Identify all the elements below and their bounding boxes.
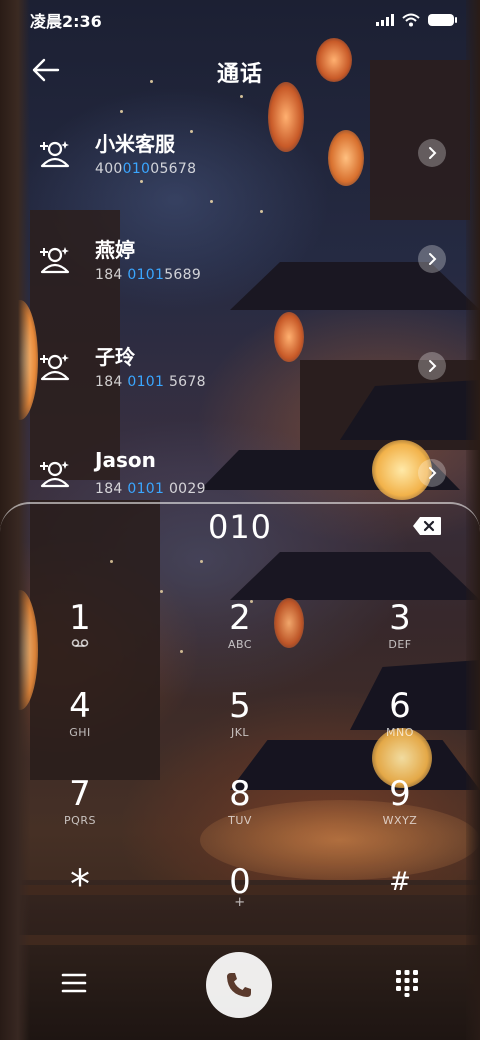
contact-item[interactable]: 子玲 184 0101 5678 bbox=[30, 319, 450, 409]
contact-add-icon bbox=[40, 141, 70, 168]
contact-add-icon bbox=[40, 461, 70, 488]
contact-number: 184 0101 0029 bbox=[95, 481, 206, 497]
call-button[interactable] bbox=[206, 952, 272, 1018]
dialed-number-display: 010 bbox=[207, 508, 273, 546]
dialpad-icon[interactable] bbox=[394, 968, 420, 998]
backspace-icon[interactable] bbox=[412, 516, 442, 536]
contact-detail-button[interactable] bbox=[418, 459, 446, 487]
contact-number: 184 01015689 bbox=[95, 267, 202, 283]
contact-name: 小米客服 bbox=[95, 132, 175, 156]
contact-number: 40001005678 bbox=[95, 161, 197, 177]
contact-name: 燕婷 bbox=[95, 238, 135, 262]
dial-key-6[interactable]: 6 MNO bbox=[340, 680, 460, 764]
dial-key-1[interactable]: 1 bbox=[20, 592, 140, 676]
dial-key-5[interactable]: 5 JKL bbox=[180, 680, 300, 764]
contact-detail-button[interactable] bbox=[418, 245, 446, 273]
dial-key-4[interactable]: 4 GHI bbox=[20, 680, 140, 764]
contact-add-icon bbox=[40, 354, 70, 381]
contact-item[interactable]: 燕婷 184 01015689 bbox=[30, 212, 450, 302]
chevron-right-icon bbox=[429, 147, 437, 159]
contact-detail-button[interactable] bbox=[418, 139, 446, 167]
dial-key-0[interactable]: 0 + bbox=[180, 856, 300, 940]
chevron-right-icon bbox=[429, 360, 437, 372]
number-match-highlight: 0101 bbox=[127, 374, 165, 390]
voicemail-icon bbox=[71, 639, 89, 647]
phone-icon bbox=[227, 973, 251, 997]
dial-key-hash[interactable]: # bbox=[340, 856, 460, 940]
contact-name: Jason bbox=[95, 448, 156, 472]
contact-number: 184 0101 5678 bbox=[95, 374, 206, 390]
chevron-right-icon bbox=[429, 253, 437, 265]
dial-key-2[interactable]: 2 ABC bbox=[180, 592, 300, 676]
signal-icon bbox=[376, 14, 394, 26]
battery-icon bbox=[428, 14, 457, 26]
header: 通话 bbox=[0, 48, 480, 92]
contact-add-icon bbox=[40, 247, 70, 274]
dial-key-star[interactable]: * bbox=[20, 856, 140, 940]
status-icons bbox=[376, 13, 457, 27]
status-bar: 凌晨2:36 bbox=[0, 0, 480, 40]
dial-key-8[interactable]: 8 TUV bbox=[180, 768, 300, 852]
wifi-icon bbox=[402, 13, 420, 27]
dial-key-3[interactable]: 3 DEF bbox=[340, 592, 460, 676]
status-time: 凌晨2:36 bbox=[30, 12, 102, 31]
dial-key-7[interactable]: 7 PQRS bbox=[20, 768, 140, 852]
contact-detail-button[interactable] bbox=[418, 352, 446, 380]
chevron-right-icon bbox=[429, 467, 437, 479]
contact-name: 子玲 bbox=[95, 345, 135, 369]
contact-item[interactable]: 小米客服 40001005678 bbox=[30, 106, 450, 196]
number-match-highlight: 0101 bbox=[127, 481, 165, 497]
number-match-highlight: 010 bbox=[122, 161, 151, 177]
dial-key-9[interactable]: 9 WXYZ bbox=[340, 768, 460, 852]
page-title: 通话 bbox=[216, 62, 263, 87]
number-match-highlight: 0101 bbox=[127, 267, 165, 283]
menu-icon[interactable] bbox=[60, 970, 88, 996]
